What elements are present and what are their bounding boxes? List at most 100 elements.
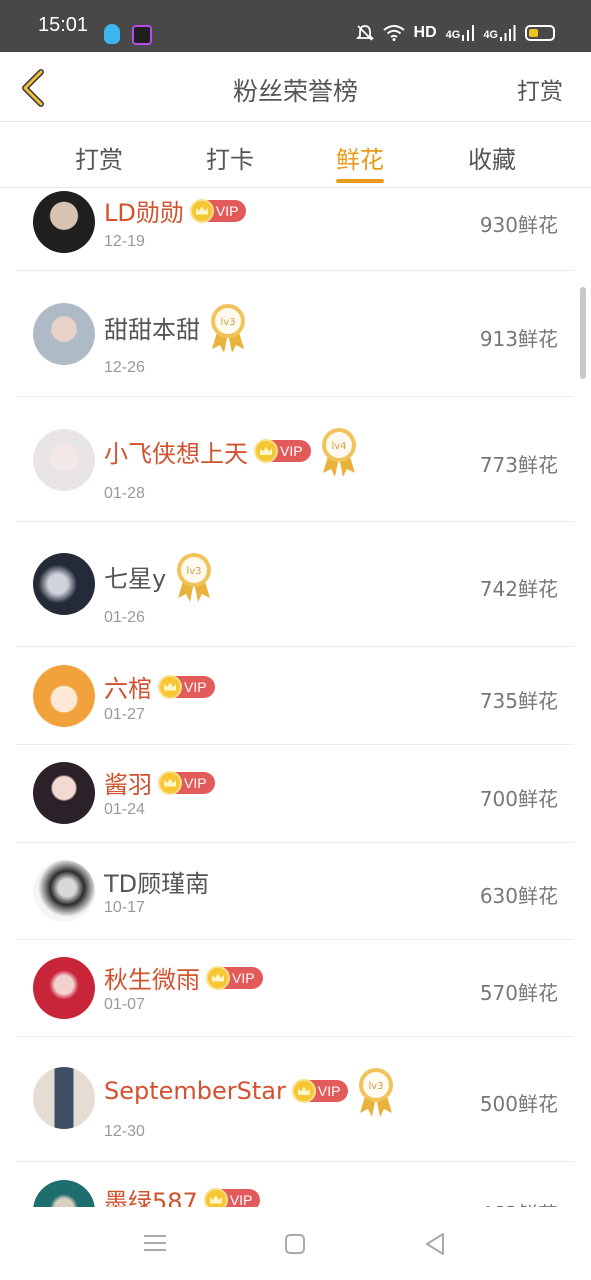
- avatar[interactable]: [33, 191, 95, 253]
- fan-name[interactable]: LD勋勋: [104, 193, 184, 228]
- flower-count: 735鲜花: [479, 689, 558, 713]
- avatar[interactable]: [33, 1067, 95, 1129]
- fan-date: 12-26: [104, 359, 145, 376]
- system-nav-bar: [0, 1207, 591, 1280]
- vip-badge: VIP: [206, 965, 263, 990]
- vip-badge: VIP: [189, 198, 247, 223]
- level-label: lv4: [331, 441, 346, 452]
- vip-label: VIP: [232, 969, 255, 986]
- name-line: 秋生微雨 VIP: [104, 960, 263, 995]
- fan-name[interactable]: 甜甜本甜: [104, 310, 200, 345]
- fan-name[interactable]: 六棺: [104, 669, 152, 704]
- fan-name[interactable]: 七星y: [104, 559, 166, 594]
- menu-icon[interactable]: [144, 1235, 166, 1251]
- crown-icon: [158, 770, 182, 795]
- scrollbar[interactable]: [580, 287, 586, 379]
- hd-label: HD: [413, 24, 437, 41]
- vip-badge: VIP: [254, 439, 311, 463]
- fan-name[interactable]: 秋生微雨: [104, 960, 200, 995]
- vip-label: VIP: [229, 1191, 253, 1208]
- list-item[interactable]: 七星y lv3 01-26 742鲜花: [16, 522, 574, 647]
- flower-count: 500鲜花: [479, 1092, 558, 1116]
- avatar[interactable]: [33, 429, 95, 491]
- flower-count: 773鲜花: [479, 453, 558, 477]
- tip-button[interactable]: 打赏: [517, 72, 563, 106]
- list-item[interactable]: 六棺 VIP 01-27 735鲜花: [16, 647, 574, 745]
- vip-badge: VIP: [203, 1187, 261, 1208]
- tab-flowers[interactable]: 鲜花: [310, 140, 410, 175]
- list-item[interactable]: 墨绿587 VIP 462鲜花: [16, 1162, 574, 1207]
- list-item[interactable]: 甜甜本甜 lv3 12-26 913鲜花: [16, 271, 574, 397]
- level-medal-icon: lv3: [174, 550, 214, 602]
- fan-name[interactable]: SeptemberStar: [104, 1077, 286, 1105]
- fan-date: 10-17: [104, 899, 145, 916]
- crown-icon: [189, 198, 214, 223]
- tab-favorites[interactable]: 收藏: [442, 140, 542, 175]
- tab-checkin[interactable]: 打卡: [180, 140, 280, 175]
- vip-badge: VIP: [158, 770, 215, 795]
- signal-icon-2: 4G: [483, 25, 516, 41]
- video-app-icon: [132, 25, 152, 45]
- flower-count: 462鲜花: [480, 1198, 558, 1207]
- qq-icon: [104, 24, 120, 44]
- crown-icon: [203, 1187, 228, 1207]
- crown-icon: [291, 1079, 316, 1103]
- avatar[interactable]: [33, 762, 95, 824]
- tab-tip[interactable]: 打赏: [49, 140, 149, 175]
- fan-name[interactable]: TD顾瑾南: [104, 864, 209, 899]
- battery-icon: [525, 25, 555, 41]
- avatar[interactable]: [33, 1180, 95, 1207]
- avatar[interactable]: [33, 303, 95, 365]
- list-item[interactable]: 秋生微雨 VIP 01-07 570鲜花: [16, 940, 574, 1037]
- crown-icon: [158, 674, 182, 699]
- name-line: TD顾瑾南: [104, 864, 209, 899]
- vip-badge: VIP: [158, 674, 215, 699]
- signal-label-1: 4G: [445, 29, 461, 41]
- name-line: LD勋勋 VIP: [104, 193, 247, 228]
- vip-label: VIP: [280, 443, 303, 459]
- fan-name[interactable]: 小飞侠想上天: [104, 434, 248, 469]
- tab-bar: 打赏 打卡 鲜花 收藏: [0, 122, 591, 188]
- signal-label-2: 4G: [483, 29, 498, 41]
- flower-count: 570鲜花: [479, 981, 558, 1005]
- list-item[interactable]: SeptemberStar VIP lv3 12-30 500鲜花: [16, 1037, 574, 1162]
- app-header: 粉丝荣誉榜 打赏: [0, 52, 591, 122]
- avatar[interactable]: [33, 665, 95, 727]
- flower-count: 700鲜花: [479, 787, 558, 811]
- fan-list: LD勋勋 VIP 12-19 930鲜花 甜甜本甜 lv3 12-26 913鲜…: [0, 189, 591, 1207]
- status-time: 15:01: [38, 14, 89, 36]
- avatar[interactable]: [33, 957, 95, 1019]
- avatar[interactable]: [33, 553, 95, 615]
- signal-icon: 4G: [446, 25, 475, 41]
- fan-date: 12-30: [104, 1123, 145, 1140]
- fan-name[interactable]: 酱羽: [104, 765, 152, 800]
- level-medal-icon: lv3: [208, 301, 248, 353]
- flower-count: 930鲜花: [479, 213, 558, 237]
- page-title: 粉丝荣誉榜: [232, 77, 358, 106]
- fan-date: 01-27: [104, 706, 145, 723]
- name-line: 酱羽 VIP: [104, 765, 215, 800]
- level-label: lv3: [220, 317, 235, 328]
- list-item[interactable]: TD顾瑾南 10-17 630鲜花: [16, 843, 574, 940]
- avatar[interactable]: [33, 860, 95, 922]
- list-item[interactable]: 酱羽 VIP 01-24 700鲜花: [16, 745, 574, 843]
- vip-label: VIP: [184, 678, 207, 695]
- name-line: 甜甜本甜 lv3: [104, 301, 248, 353]
- list-item[interactable]: 小飞侠想上天 VIP lv4 01-28 773鲜花: [16, 397, 574, 522]
- back-triangle-icon[interactable]: [424, 1232, 446, 1256]
- vip-label: VIP: [317, 1083, 341, 1099]
- name-line: 墨绿587 VIP: [104, 1182, 261, 1208]
- status-icons: HD 4G 4G: [355, 24, 555, 42]
- flower-count: 630鲜花: [479, 884, 558, 908]
- name-line: 小飞侠想上天 VIP lv4: [104, 425, 359, 477]
- list-item[interactable]: LD勋勋 VIP 12-19 930鲜花: [16, 189, 574, 271]
- level-label: lv3: [369, 1081, 384, 1092]
- home-square-icon[interactable]: [285, 1234, 305, 1254]
- level-medal-icon: lv4: [319, 425, 359, 477]
- fan-name[interactable]: 墨绿587: [104, 1182, 198, 1207]
- vip-label: VIP: [184, 774, 207, 791]
- fan-date: 01-07: [104, 996, 145, 1013]
- fan-date: 01-24: [104, 801, 145, 818]
- status-bar: 15:01 HD 4G 4G: [0, 0, 591, 52]
- name-line: 七星y lv3: [104, 550, 214, 602]
